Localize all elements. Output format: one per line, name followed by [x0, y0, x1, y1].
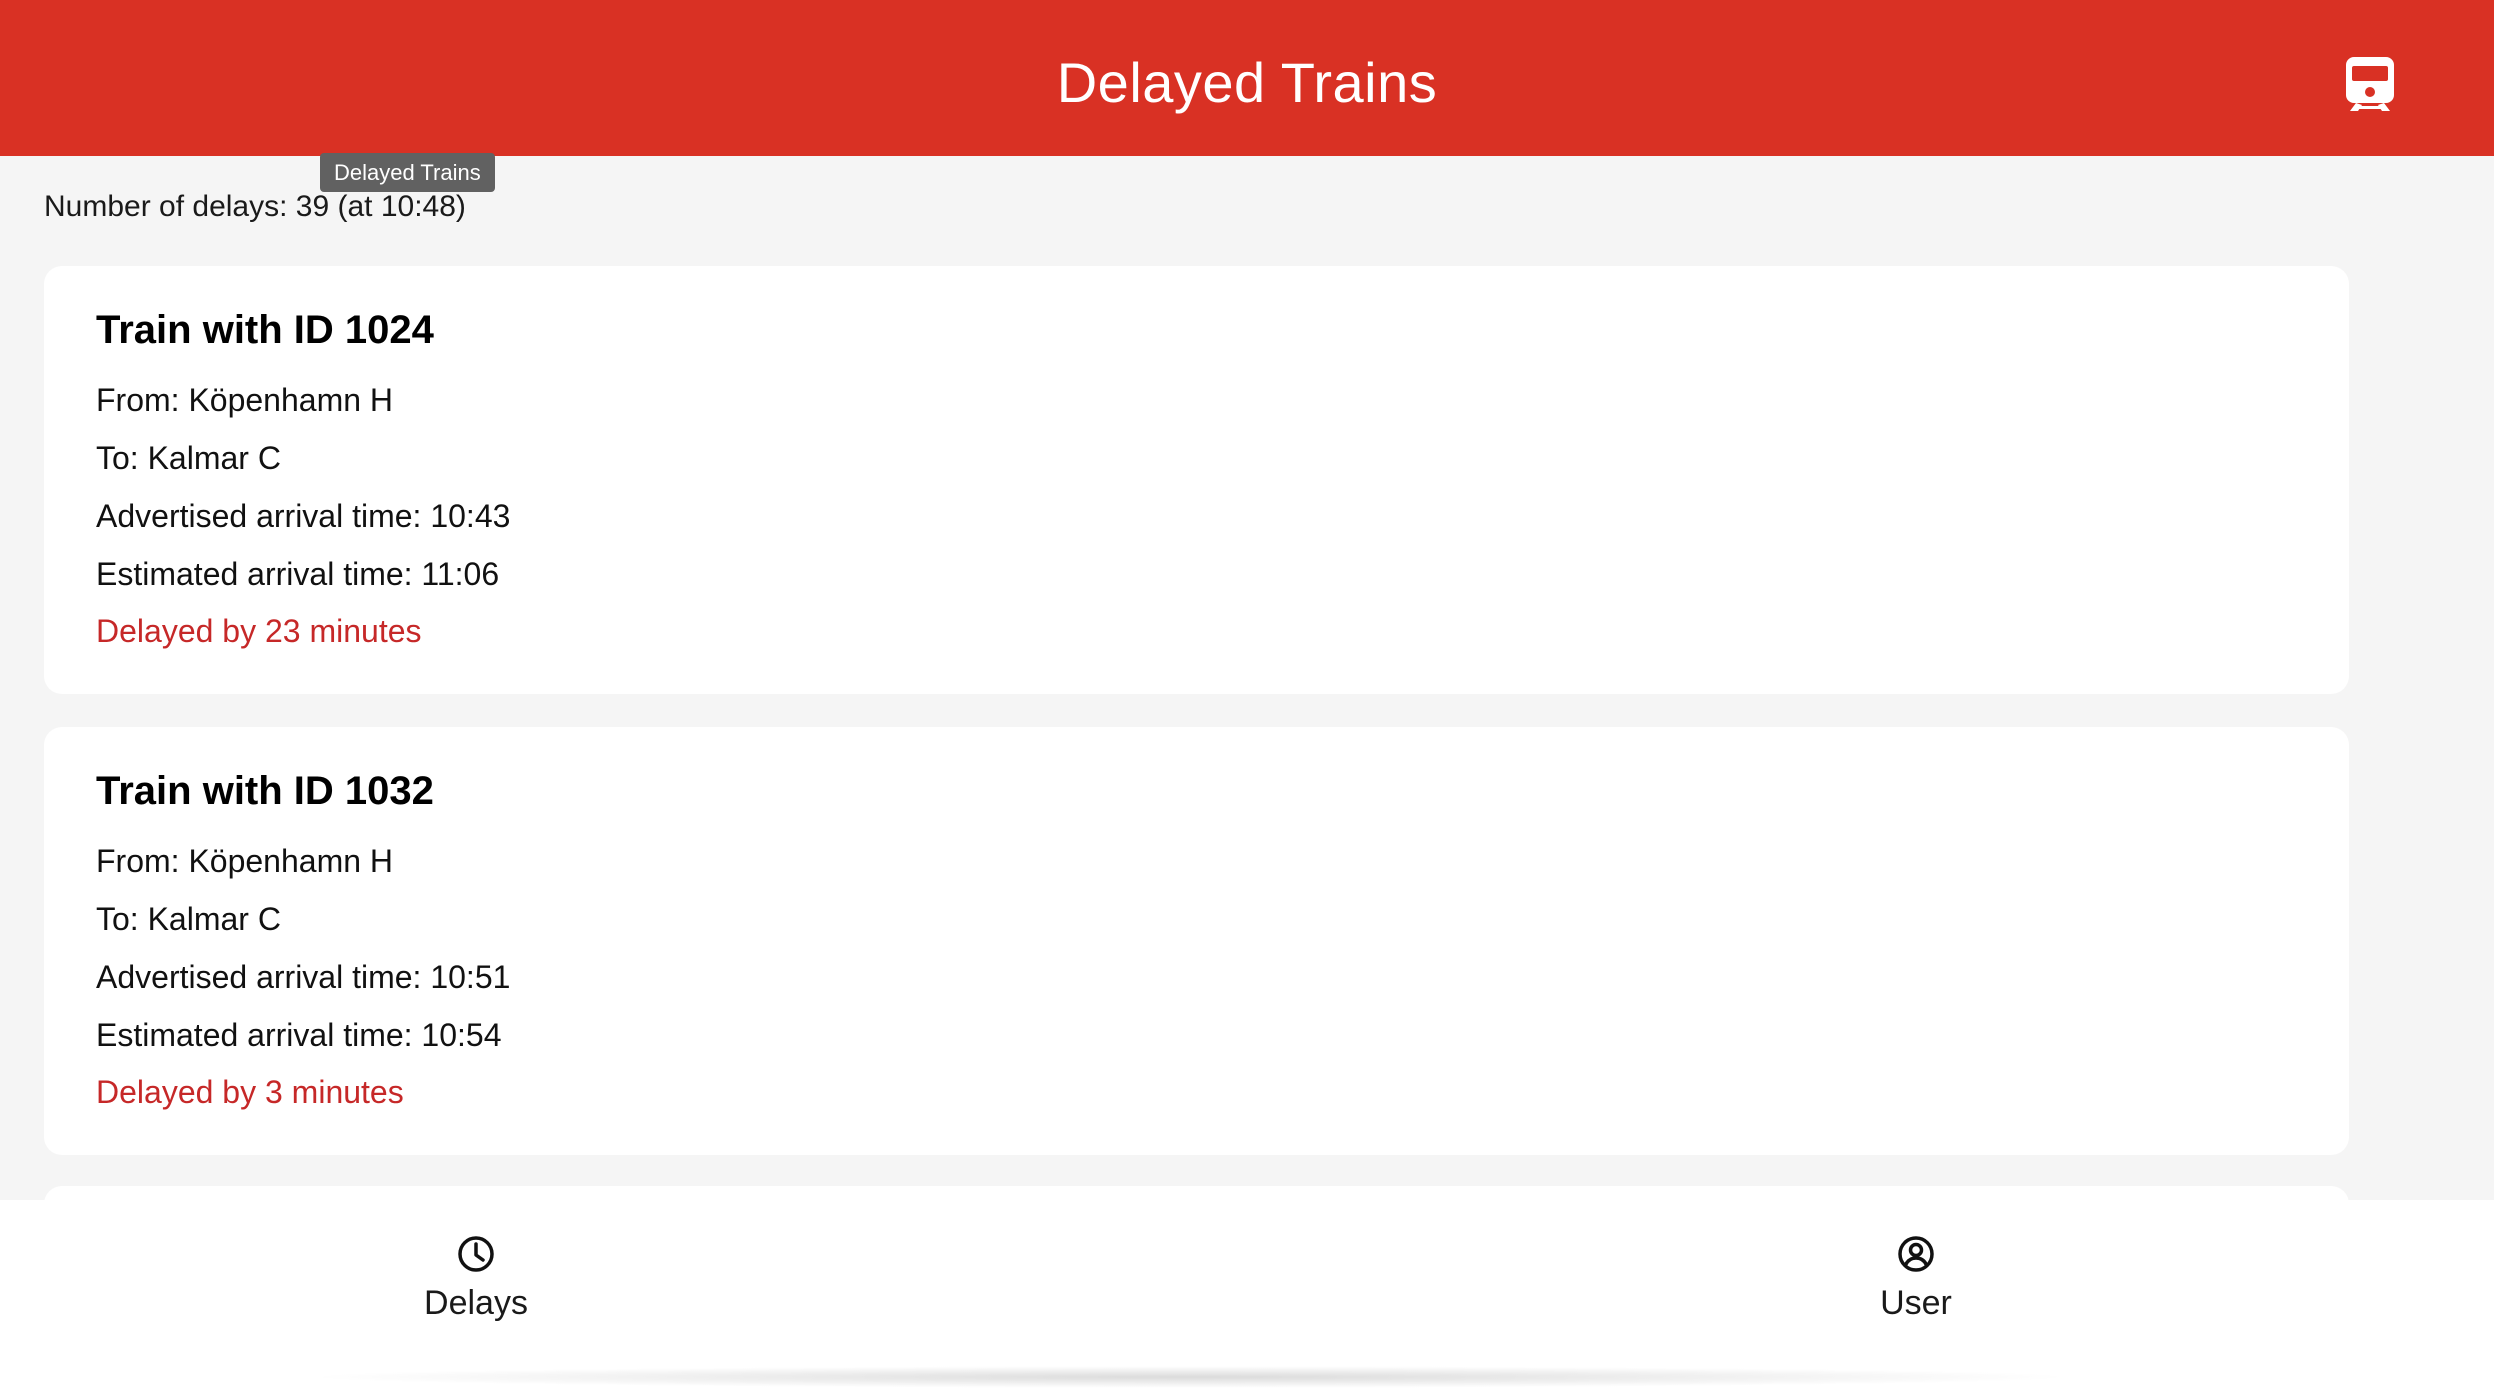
nav-shadow — [300, 1366, 2080, 1388]
delay-count: Number of delays: 39 (at 10:48) — [44, 190, 466, 223]
user-circle-icon — [1898, 1236, 1934, 1272]
train-title: Train with ID 1024 — [96, 308, 434, 352]
nav-label-user: User — [1880, 1284, 1952, 1322]
nav-item-user[interactable]: User — [1796, 1234, 2036, 1354]
train-button[interactable] — [2330, 44, 2410, 124]
from-station: From: Köpenhamn H — [96, 382, 394, 418]
delay-text: Delayed by 3 minutes — [96, 1074, 404, 1110]
page-title: Delayed Trains — [1056, 51, 1438, 114]
from-station: From: Köpenhamn H — [96, 843, 394, 879]
app-root: Delayed Trains Delayed Trains Number of … — [0, 0, 2494, 1388]
train-title: Train with ID 1032 — [96, 769, 434, 813]
train-card[interactable]: Train with ID 1024 From: Köpenhamn H To:… — [44, 266, 2349, 694]
train-card[interactable]: Train with ID 1032 From: Köpenhamn H To:… — [44, 727, 2349, 1155]
train-icon — [2346, 57, 2394, 111]
estimated-time: Estimated arrival time: 10:54 — [96, 1017, 502, 1053]
app-header: Delayed Trains — [0, 0, 2494, 156]
header-tooltip: Delayed Trains — [320, 153, 495, 192]
to-station: To: Kalmar C — [96, 901, 281, 937]
estimated-time: Estimated arrival time: 11:06 — [96, 556, 500, 592]
nav-label-delays: Delays — [424, 1284, 528, 1322]
advertised-time: Advertised arrival time: 10:43 — [96, 498, 511, 534]
to-station: To: Kalmar C — [96, 440, 281, 476]
clock-icon — [458, 1236, 494, 1272]
nav-item-delays[interactable]: Delays — [356, 1234, 596, 1354]
advertised-time: Advertised arrival time: 10:51 — [96, 959, 511, 995]
delay-text: Delayed by 23 minutes — [96, 613, 422, 649]
